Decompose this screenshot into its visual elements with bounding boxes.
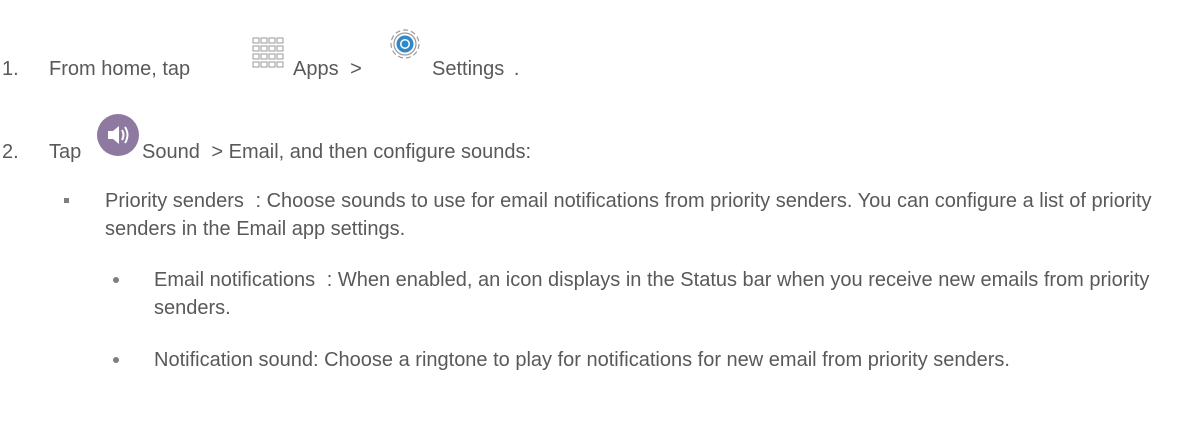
subbullet-email-notifications: Email notifications : When enabled, an i… [154, 266, 1194, 322]
step-text: Tap [49, 141, 82, 163]
round-bullet [113, 277, 119, 283]
subbullet-notification-sound: Notification sound: Choose a ringtone to… [154, 346, 1154, 374]
subbullet-term: Email notifications [154, 269, 316, 291]
apps-grid-icon [252, 37, 286, 71]
separator: > [211, 141, 224, 163]
step-2-body: Tap [49, 140, 81, 164]
round-bullet [113, 357, 119, 363]
bullet-priority-senders: Priority senders : Choose sounds to use … [105, 187, 1165, 243]
apps-label: Apps [293, 58, 339, 80]
period: . [513, 58, 520, 80]
step-text-after: , and then configure sounds: [278, 141, 532, 163]
square-bullet [64, 198, 69, 203]
step-text: From home, tap [49, 58, 191, 80]
step-number: 2. [2, 141, 19, 163]
separator: > [350, 58, 362, 80]
step-1-apps: Apps > [293, 57, 362, 81]
settings-gear-icon [385, 24, 425, 64]
bullet-term: Priority senders [105, 190, 244, 212]
step-1-body: From home, tap [49, 57, 190, 81]
step-1-settings: Settings . [432, 57, 519, 81]
sound-speaker-icon [96, 113, 140, 157]
sound-label: Sound [142, 141, 200, 163]
subbullet-desc: Choose a ringtone to play for notificati… [324, 349, 1010, 371]
step-2-rest: Sound > Email, and then configure sounds… [142, 140, 531, 164]
step-number: 1. [2, 58, 19, 80]
settings-label: Settings [432, 58, 505, 80]
bullet-desc: : Choose sounds to use for email notific… [105, 190, 1152, 240]
email-label: Email [228, 141, 279, 163]
subbullet-term: Notification sound: [154, 349, 319, 371]
